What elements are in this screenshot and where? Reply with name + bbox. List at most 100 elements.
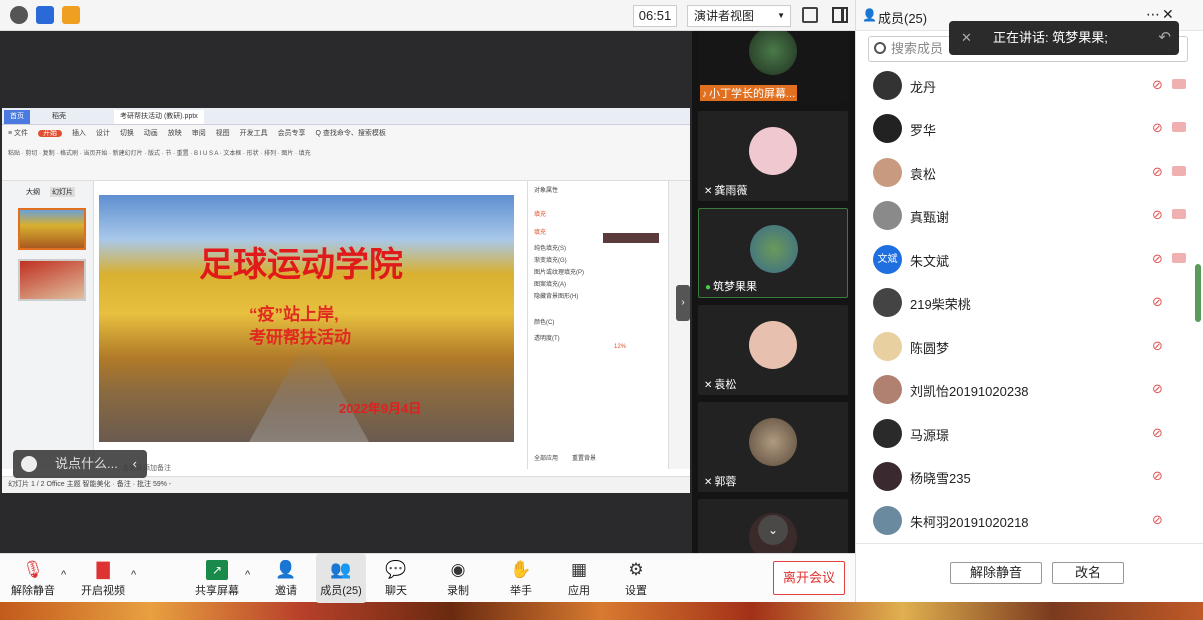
member-name: 朱柯羽20191020218 (910, 515, 1029, 530)
fullscreen-icon[interactable] (802, 7, 818, 23)
mic-muted-icon[interactable]: ⊘ (1152, 294, 1163, 310)
props-reset-bg[interactable]: 重置背景 (572, 453, 596, 465)
member-row[interactable]: 龙丹 ⊘ (856, 64, 1202, 106)
slide-canvas[interactable]: 足球运动学院 “疫”站上岸, 考研帮扶活动 2022年9月4日 (99, 195, 514, 442)
ppt-tab-home[interactable]: 首页 (4, 110, 30, 124)
chevron-down-icon[interactable]: ⌄ (758, 515, 788, 545)
ppt-menu-view[interactable]: 视图 (216, 130, 230, 137)
ppt-menu-design[interactable]: 设计 (96, 130, 110, 137)
member-row[interactable]: 219柴荣桃 ⊘ (856, 280, 1202, 323)
video-tile-active-speaker[interactable]: ● 筑梦果果 (698, 208, 848, 298)
ppt-tab-docer[interactable]: 稻壳 (46, 110, 72, 124)
collapse-strip-button[interactable]: › (676, 285, 690, 321)
camera-off-icon[interactable] (1172, 253, 1186, 263)
mic-muted-icon[interactable]: ⊘ (1152, 120, 1163, 136)
member-row[interactable]: 马源璟 ⊘ (856, 411, 1202, 454)
ppt-menu-transition[interactable]: 切换 (120, 130, 134, 137)
ppt-menu-review[interactable]: 审阅 (192, 130, 206, 137)
avatar (873, 201, 902, 230)
video-tile[interactable]: ✕ 袁松 (698, 305, 848, 395)
emoji-icon[interactable] (21, 456, 37, 472)
info-icon[interactable] (10, 6, 28, 24)
camera-off-icon[interactable] (1172, 209, 1186, 219)
mic-muted-icon[interactable]: ⊘ (1152, 164, 1163, 180)
presenter-view-dropdown[interactable]: 演讲者视图 ▼ (687, 5, 791, 27)
chevron-left-icon[interactable]: ‹ (133, 450, 137, 478)
chat-button[interactable]: 💬 聊天 (376, 554, 416, 603)
video-tile[interactable]: ⌄ (698, 499, 848, 553)
invite-button[interactable]: 👤 邀请 (266, 554, 306, 603)
fill-option-solid[interactable]: 纯色填充(S) (534, 243, 661, 255)
mic-muted-icon[interactable]: ⊘ (1152, 425, 1163, 441)
member-row[interactable]: 真甄谢 ⊘ (856, 193, 1202, 236)
ppt-menu-devtools[interactable]: 开发工具 (240, 130, 268, 137)
member-row[interactable]: 文斌 朱文斌 ⊘ (856, 237, 1202, 280)
unmute-button[interactable]: 🎙 解除静音 (8, 554, 58, 603)
ppt-menu-member[interactable]: 会员专享 (278, 130, 306, 137)
fill-option-pattern[interactable]: 图案填充(A) (534, 279, 661, 291)
member-row[interactable]: 陈圆梦 ⊘ (856, 324, 1202, 367)
mic-muted-icon[interactable]: ⊘ (1152, 381, 1163, 397)
leave-meeting-button[interactable]: 离开会议 (773, 561, 845, 595)
scrollbar-handle[interactable] (1195, 264, 1201, 322)
mic-muted-icon[interactable]: ⊘ (1152, 77, 1163, 93)
member-row[interactable]: 朱柯羽20191020218 ⊘ (856, 498, 1202, 541)
signal-stats-icon[interactable] (62, 6, 80, 24)
mic-muted-icon[interactable]: ⊘ (1152, 468, 1163, 484)
camera-off-icon[interactable] (1172, 79, 1186, 89)
camera-off-icon[interactable] (1172, 122, 1186, 132)
record-button[interactable]: ◉ 录制 (438, 554, 478, 603)
camera-off-icon[interactable] (1172, 166, 1186, 176)
ppt-menu-start[interactable]: 开始 (37, 130, 62, 137)
raise-hand-button[interactable]: ✋ 举手 (501, 554, 541, 603)
props-color-label: 颜色(C) (534, 320, 555, 326)
member-row[interactable]: 杨晓雪235 ⊘ (856, 454, 1202, 497)
mic-muted-icon[interactable]: ⊘ (1152, 207, 1163, 223)
ppt-tab-file[interactable]: 考研帮扶活动 (教研).pptx (114, 110, 204, 124)
member-row[interactable]: 刘凯怡20191020238 ⊘ (856, 367, 1202, 410)
avatar (749, 321, 797, 369)
fill-option-gradient[interactable]: 渐变填充(G) (534, 255, 661, 267)
share-screen-button[interactable]: ↗ 共享屏幕 (192, 554, 242, 603)
ppt-menu-insert[interactable]: 插入 (72, 130, 86, 137)
member-row[interactable]: 罗华 ⊘ (856, 106, 1202, 149)
unmute-all-button[interactable]: 解除静音 (950, 562, 1042, 584)
props-apply-all[interactable]: 全部应用 (534, 453, 558, 465)
chat-input-bubble[interactable]: 说点什么... ‹ (13, 450, 147, 478)
fill-color-swatch[interactable] (603, 233, 659, 243)
video-tile[interactable]: ♪ 小丁学长的屏幕... (698, 31, 848, 103)
pin-back-icon[interactable]: ↶ (1158, 21, 1171, 55)
mic-muted-icon[interactable]: ⊘ (1152, 338, 1163, 354)
chevron-up-icon[interactable]: ^ (245, 569, 250, 581)
video-tile[interactable]: ✕ 龚雨薇 (698, 111, 848, 201)
rename-button[interactable]: 改名 (1052, 562, 1124, 584)
ppt-menu-file[interactable]: ≡ 文件 (8, 130, 28, 137)
ppt-ribbon[interactable]: 粘贴 · 剪切 · 复制 · 格式刷 · 当页开始 · 新建幻灯片 · 版式 ·… (2, 143, 690, 181)
security-shield-icon[interactable] (36, 6, 54, 24)
member-row[interactable]: 袁松 ⊘ (856, 150, 1202, 193)
ppt-menu-slideshow[interactable]: 放映 (168, 130, 182, 137)
user-icon: 👤 (862, 8, 877, 22)
chevron-up-icon[interactable]: ^ (131, 569, 136, 581)
start-video-button[interactable]: ▇ 开启视频 (78, 554, 128, 603)
video-tile[interactable]: ✕ 郭蓉 (698, 402, 848, 492)
settings-button[interactable]: ⚙ 设置 (616, 554, 656, 603)
ppt-right-toolbar[interactable] (668, 181, 690, 469)
fill-option-hide-bg[interactable]: 隐藏背景图形(H) (534, 291, 661, 303)
layout-toggle-icon[interactable] (832, 7, 848, 23)
ppt-menu-search[interactable]: Q 查找命令、搜索模板 (316, 130, 386, 137)
ppt-side-tab-slides[interactable]: 幻灯片 (50, 187, 75, 197)
slide-thumbnail-2[interactable] (18, 259, 86, 301)
fill-option-picture[interactable]: 图片或纹理填充(P) (534, 267, 661, 279)
props-fill-tab[interactable]: 填充 (534, 209, 661, 221)
slide-thumbnail-1[interactable] (18, 208, 86, 250)
members-button[interactable]: 👥 成员(25) (316, 554, 366, 603)
apps-button[interactable]: ▦ 应用 (559, 554, 599, 603)
chevron-up-icon[interactable]: ^ (61, 569, 66, 581)
slide-photo-road (249, 345, 369, 442)
ppt-side-tab-outline[interactable]: 大纲 (26, 187, 40, 197)
mic-muted-icon[interactable]: ⊘ (1152, 512, 1163, 528)
mic-muted-icon[interactable]: ⊘ (1152, 251, 1163, 267)
video-tile-name: ✕ 龚雨薇 (704, 185, 748, 197)
ppt-menu-animation[interactable]: 动画 (144, 130, 158, 137)
